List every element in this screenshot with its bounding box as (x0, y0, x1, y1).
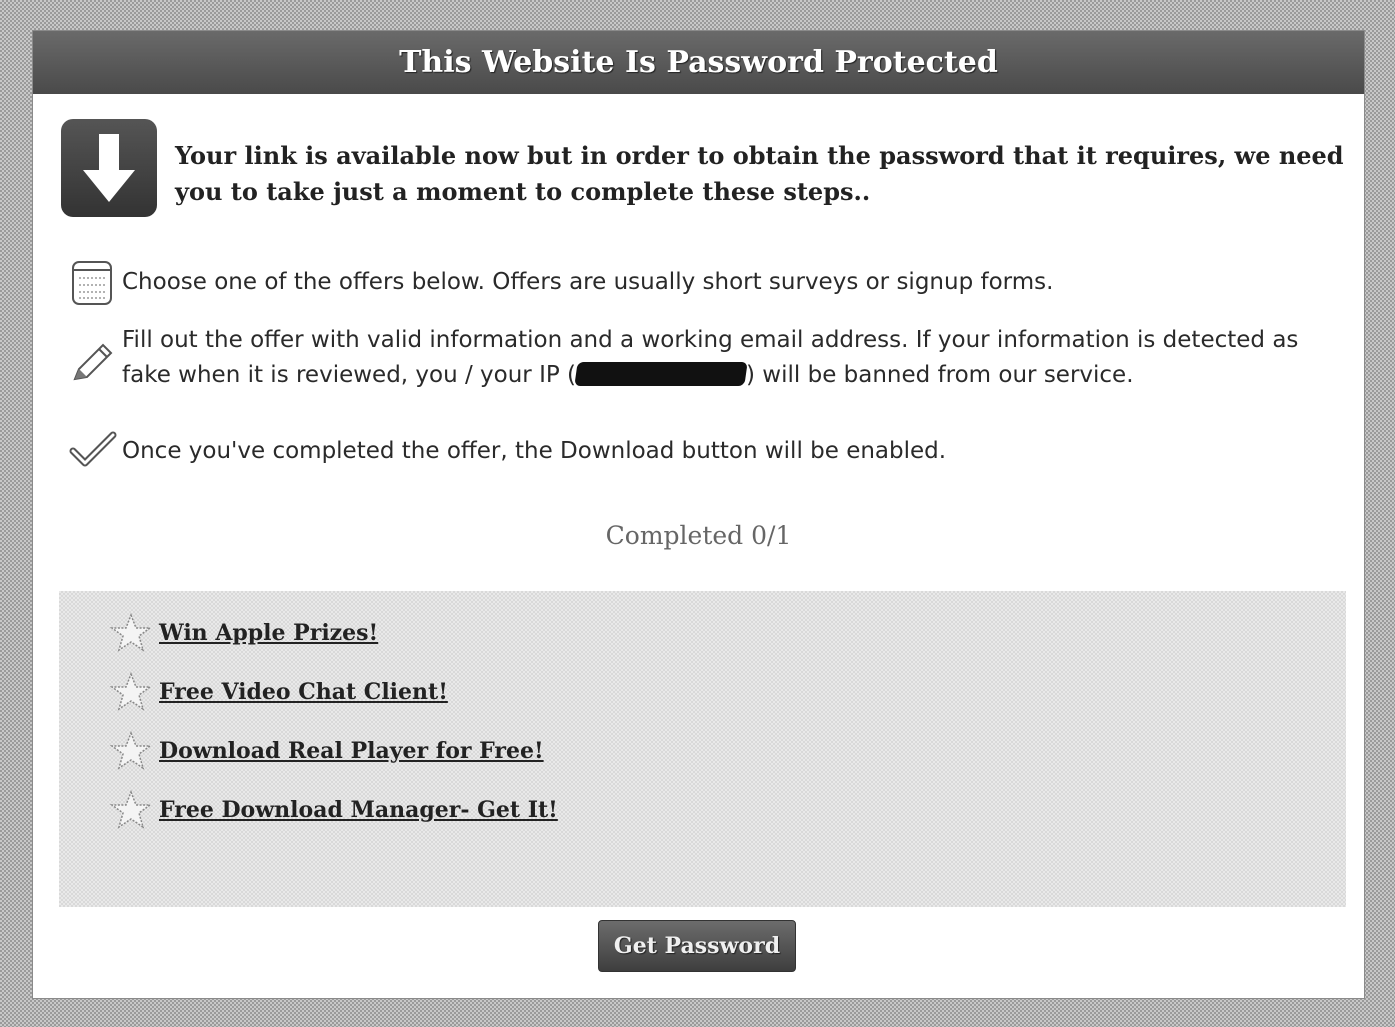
offer-item[interactable]: Download Real Player for Free! (109, 731, 544, 771)
notepad-icon (69, 258, 115, 319)
completion-status: Completed 0/1 (605, 521, 792, 550)
password-protected-dialog: This Website Is Password Protected Your … (32, 30, 1365, 999)
offer-item[interactable]: Free Download Manager- Get It! (109, 790, 558, 830)
star-icon (109, 731, 153, 770)
step-text-after-ip: ) will be banned from our service. (746, 362, 1134, 388)
step-text: Once you've completed the offer, the Dow… (122, 438, 947, 464)
checkmark-icon (69, 431, 117, 482)
star-icon (109, 790, 153, 829)
download-arrow-icon (61, 119, 157, 217)
title-bar: This Website Is Password Protected (33, 31, 1364, 94)
offer-link[interactable]: Download Real Player for Free! (159, 738, 544, 764)
dialog-title: This Website Is Password Protected (399, 45, 998, 80)
star-icon (109, 613, 153, 652)
offer-link[interactable]: Free Download Manager- Get It! (159, 797, 558, 823)
star-icon (109, 672, 153, 711)
offer-item[interactable]: Win Apple Prizes! (109, 613, 378, 653)
offers-list: Win Apple Prizes! Free Video Chat Client… (59, 591, 1346, 907)
offer-link[interactable]: Free Video Chat Client! (159, 679, 448, 705)
step-text: Fill out the offer with valid informatio… (122, 323, 1322, 393)
offer-item[interactable]: Free Video Chat Client! (109, 672, 448, 712)
redacted-ip-address (574, 362, 748, 386)
intro-message: Your link is available now but in order … (175, 141, 1344, 206)
offer-link[interactable]: Win Apple Prizes! (159, 620, 378, 646)
get-password-button[interactable]: Get Password (598, 920, 796, 972)
step-text: Choose one of the offers below. Offers a… (122, 269, 1054, 295)
pencil-icon (69, 339, 115, 396)
